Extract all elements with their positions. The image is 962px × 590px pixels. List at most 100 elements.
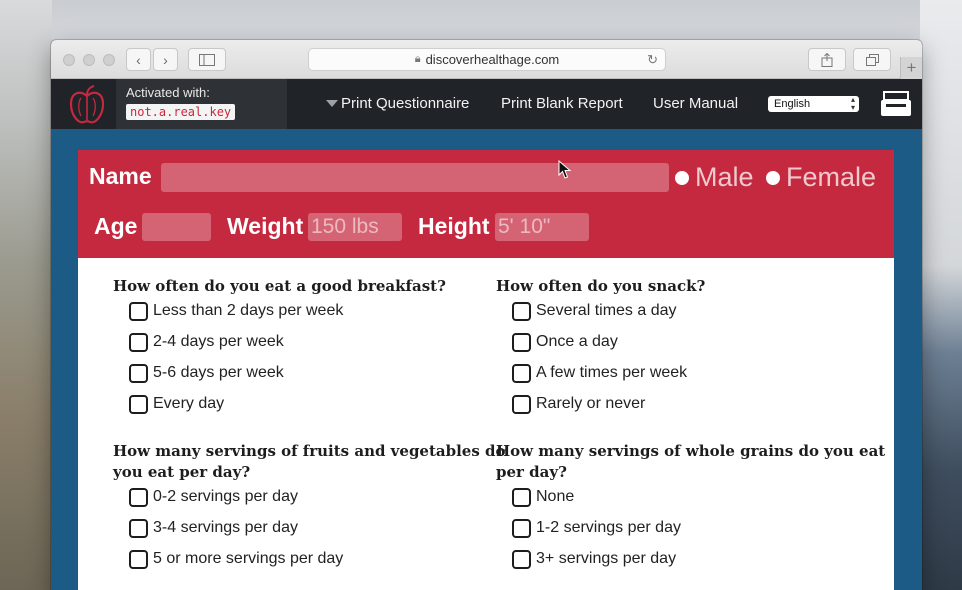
name-label: Name	[89, 163, 152, 189]
browser-toolbar: ‹ › 🔒︎ discoverhealthage.com ↻ +	[51, 40, 922, 79]
checkbox[interactable]	[512, 363, 531, 383]
site-navbar: Activated with: not.a.real.key Print Que…	[51, 79, 922, 129]
checkbox[interactable]	[129, 332, 148, 352]
reload-icon[interactable]: ↻	[647, 52, 658, 68]
checkbox[interactable]	[129, 487, 148, 507]
checkbox[interactable]	[512, 394, 531, 414]
checkbox[interactable]	[129, 363, 148, 383]
option-checkbox[interactable]: 3-4 servings per day	[129, 517, 298, 539]
language-selected-value: English	[774, 98, 811, 110]
chevron-down-icon	[326, 100, 338, 107]
male-radio[interactable]	[675, 171, 689, 185]
question-breakfast: How often do you eat a good breakfast?	[113, 277, 446, 295]
activation-key: not.a.real.key	[126, 104, 236, 120]
female-radio[interactable]	[766, 171, 780, 185]
option-label: 5-6 days per week	[153, 364, 284, 381]
question-fruits-vegetables: How many servings of fruits and vegetabl…	[113, 441, 506, 483]
option-checkbox[interactable]: None	[512, 486, 574, 508]
option-checkbox[interactable]: Every day	[129, 393, 224, 415]
weight-input[interactable]: 150 lbs	[308, 213, 402, 241]
url-text: discoverhealthage.com	[425, 52, 560, 67]
checkbox[interactable]	[129, 549, 148, 569]
age-label: Age	[94, 213, 138, 239]
new-tab-button[interactable]: +	[900, 57, 922, 79]
forward-arrow-icon: ›	[163, 51, 168, 68]
option-label: Every day	[153, 395, 225, 412]
activation-dropdown[interactable]: Activated with: not.a.real.key	[116, 79, 338, 129]
tabs-button[interactable]	[853, 48, 891, 71]
weight-label: Weight	[227, 213, 304, 239]
option-label: 3+ servings per day	[536, 550, 677, 567]
browser-window: ‹ › 🔒︎ discoverhealthage.com ↻ + Activat…	[51, 40, 922, 590]
checkbox[interactable]	[512, 301, 531, 321]
user-manual-link[interactable]: User Manual	[653, 95, 738, 112]
height-label: Height	[418, 213, 490, 239]
male-label[interactable]: Male	[695, 163, 754, 191]
checkbox[interactable]	[512, 332, 531, 352]
print-questionnaire-link[interactable]: Print Questionnaire	[341, 95, 469, 112]
option-label: None	[536, 488, 575, 505]
checkbox[interactable]	[512, 549, 531, 569]
minimize-window-button[interactable]	[83, 54, 95, 66]
option-label: 1-2 servings per day	[536, 519, 681, 536]
option-checkbox[interactable]: 5-6 days per week	[129, 362, 284, 384]
question-line: How many servings of whole grains do you…	[496, 442, 886, 460]
option-checkbox[interactable]: 1-2 servings per day	[512, 517, 681, 539]
back-button[interactable]: ‹	[126, 48, 151, 71]
share-button[interactable]	[808, 48, 846, 71]
personal-info-band: Name Male Female Age Weight 150 lbs Heig…	[78, 150, 894, 258]
question-line: How many servings of fruits and vegetabl…	[113, 442, 506, 460]
height-input[interactable]: 5' 10"	[495, 213, 589, 241]
female-label[interactable]: Female	[786, 163, 876, 191]
option-checkbox[interactable]: 3+ servings per day	[512, 548, 676, 570]
option-label: 0-2 servings per day	[153, 488, 298, 505]
sidebar-button[interactable]	[188, 48, 226, 71]
desktop-background-right	[920, 0, 962, 590]
zoom-window-button[interactable]	[103, 54, 115, 66]
checkbox[interactable]	[512, 518, 531, 538]
option-checkbox[interactable]: 0-2 servings per day	[129, 486, 298, 508]
question-whole-grains: How many servings of whole grains do you…	[496, 441, 885, 483]
plus-icon: +	[906, 58, 917, 77]
option-label: A few times per week	[536, 364, 688, 381]
share-icon	[821, 52, 833, 67]
address-bar[interactable]: 🔒︎ discoverhealthage.com ↻	[308, 48, 666, 71]
option-label: Several times a day	[536, 302, 677, 319]
option-checkbox[interactable]: A few times per week	[512, 362, 687, 384]
option-label: 2-4 days per week	[153, 333, 284, 350]
option-checkbox[interactable]: Several times a day	[512, 300, 677, 322]
option-label: 3-4 servings per day	[153, 519, 298, 536]
forward-button[interactable]: ›	[153, 48, 178, 71]
language-select[interactable]: English ▴ ▾	[768, 96, 859, 112]
lock-icon: 🔒︎	[414, 53, 421, 65]
option-checkbox[interactable]: Less than 2 days per week	[129, 300, 343, 322]
printer-icon[interactable]	[880, 91, 912, 117]
name-input[interactable]	[161, 163, 669, 192]
question-line: you eat per day?	[113, 463, 251, 481]
print-blank-report-link[interactable]: Print Blank Report	[501, 95, 623, 112]
option-label: 5 or more servings per day	[153, 550, 344, 567]
question-line: per day?	[496, 463, 567, 481]
checkbox[interactable]	[512, 487, 531, 507]
desktop-background-left	[0, 0, 52, 590]
pointer-cursor-icon	[558, 160, 572, 179]
back-arrow-icon: ‹	[136, 51, 141, 68]
close-window-button[interactable]	[63, 54, 75, 66]
checkbox[interactable]	[129, 394, 148, 414]
activation-label: Activated with:	[126, 85, 210, 100]
option-checkbox[interactable]: Rarely or never	[512, 393, 645, 415]
checkbox[interactable]	[129, 301, 148, 321]
option-label: Once a day	[536, 333, 618, 350]
select-arrows-icon: ▴ ▾	[850, 95, 855, 112]
age-input[interactable]	[142, 213, 211, 241]
option-checkbox[interactable]: Once a day	[512, 331, 618, 353]
checkbox[interactable]	[129, 518, 148, 538]
sidebar-icon	[199, 53, 215, 66]
apple-logo-icon[interactable]	[67, 84, 107, 126]
questionnaire-card: Name Male Female Age Weight 150 lbs Heig…	[78, 150, 894, 590]
option-checkbox[interactable]: 2-4 days per week	[129, 331, 284, 353]
option-checkbox[interactable]: 5 or more servings per day	[129, 548, 343, 570]
option-label: Rarely or never	[536, 395, 646, 412]
question-snack: How often do you snack?	[496, 277, 706, 295]
tabs-icon	[865, 53, 879, 66]
